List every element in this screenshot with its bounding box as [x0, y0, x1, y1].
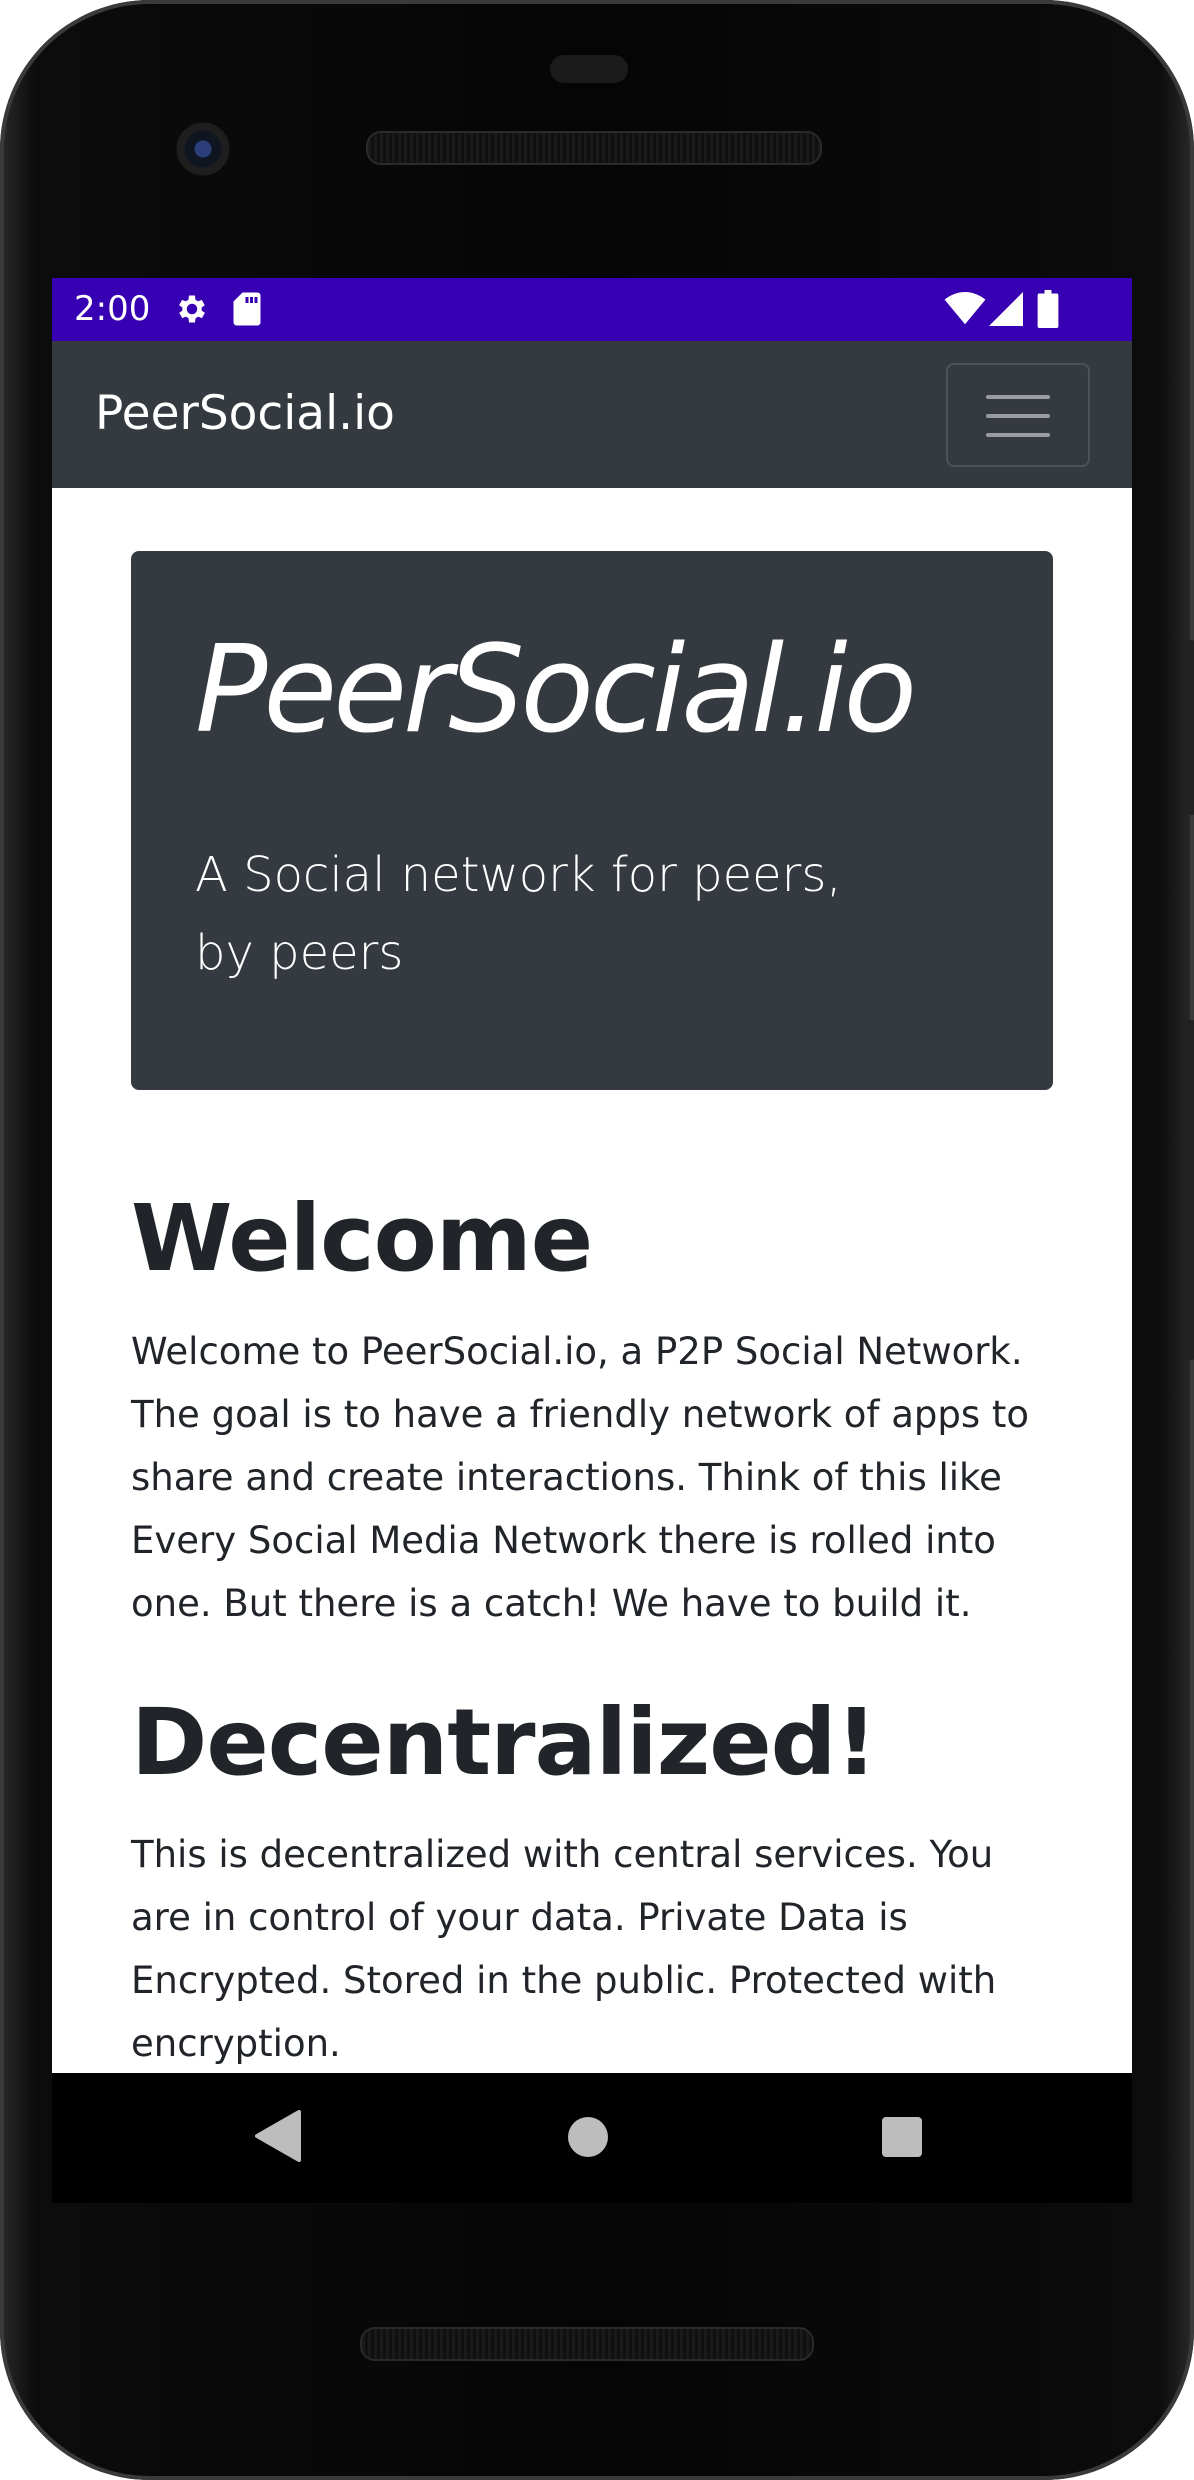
sd-card-icon — [233, 292, 261, 326]
earpiece — [550, 55, 628, 83]
section-heading-decentralized: Decentralized! — [131, 1689, 877, 1796]
bottom-speaker-grille — [360, 2327, 814, 2361]
gear-icon — [179, 295, 205, 323]
cell-signal-icon — [989, 292, 1023, 326]
back-icon[interactable] — [255, 2110, 301, 2162]
volume-rocker — [1184, 1020, 1194, 1360]
screen: 2:00 PeerSocial.io PeerSocial.io A Socia… — [52, 278, 1132, 2073]
battery-icon — [1037, 290, 1059, 328]
phone-frame: 2:00 PeerSocial.io PeerSocial.io A Socia… — [0, 0, 1194, 2480]
top-navbar: PeerSocial.io — [52, 341, 1132, 488]
section-body-decentralized: This is decentralized with central servi… — [131, 1833, 997, 2065]
status-bar: 2:00 — [52, 278, 1132, 341]
section-heading-welcome: Welcome — [131, 1185, 593, 1292]
status-time: 2:00 — [74, 289, 151, 329]
front-camera — [176, 122, 230, 176]
hero-jumbotron: PeerSocial.io A Social network for peers… — [131, 551, 1053, 1090]
system-navigation-bar — [52, 2073, 1132, 2203]
power-button — [1184, 640, 1194, 815]
top-speaker-grille — [366, 131, 822, 165]
hero-title: PeerSocial.io — [195, 621, 917, 760]
wifi-icon — [944, 292, 986, 325]
navbar-brand[interactable]: PeerSocial.io — [95, 386, 395, 442]
home-icon[interactable] — [568, 2117, 608, 2157]
hero-lead-text: A Social network for peers, by peers — [195, 847, 842, 981]
navbar-toggler-button[interactable] — [946, 363, 1090, 467]
recents-icon[interactable] — [882, 2117, 922, 2157]
section-body-welcome: Welcome to PeerSocial.io, a P2P Social N… — [131, 1330, 1030, 1625]
